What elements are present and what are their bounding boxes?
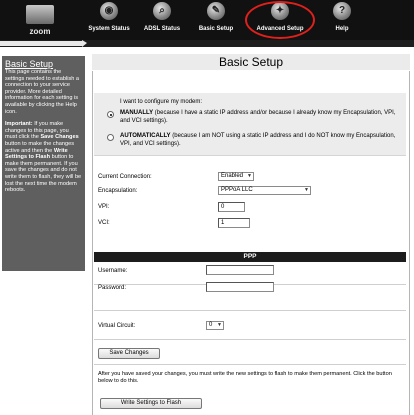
main-panel: Basic Setup I want to configure my modem… <box>92 50 410 415</box>
vpi-input[interactable]: 0 <box>218 202 245 212</box>
manual-text: (because I have a static IP address and/… <box>120 110 396 124</box>
password-label: Password: <box>98 285 127 291</box>
save-changes-button[interactable]: Save Changes <box>98 348 160 359</box>
manual-label: MANUALLY <box>120 110 154 116</box>
nav-label: System Status <box>88 26 130 32</box>
current-connection-select[interactable]: Enabled ▼ <box>218 172 254 181</box>
save-changes-ref: Save Changes <box>40 134 79 141</box>
current-connection-value: Enabled <box>221 173 244 179</box>
important-label: Important: <box>5 121 33 128</box>
manual-option: MANUALLY (because I have a static IP add… <box>120 110 400 125</box>
write-settings-to-flash-button[interactable]: Write Settings to Flash <box>100 398 202 409</box>
active-section-arrow <box>0 40 87 47</box>
chevron-down-icon: ▼ <box>304 187 309 193</box>
nav-label: ADSL Status <box>143 26 181 32</box>
encapsulation-value: PPPoA LLC <box>221 187 253 193</box>
logo-text: zoom <box>29 27 51 36</box>
password-input[interactable] <box>206 282 274 292</box>
nav-adsl-status[interactable]: ⌕ ADSL Status <box>138 2 186 38</box>
important-text-3: button to make them permanent. If you sa… <box>5 154 82 194</box>
nav-system-status[interactable]: ◉ System Status <box>84 2 134 38</box>
encapsulation-label: Encapsulation: <box>98 188 138 194</box>
divider <box>94 310 406 311</box>
basic-setup-icon: ✎ <box>207 2 225 20</box>
page-title: Basic Setup <box>92 54 410 70</box>
top-nav-bar: zoom ◉ System Status ⌕ ADSL Status ✎ Bas… <box>0 0 414 40</box>
auto-option: AUTOMATICALLY (because I am NOT using a … <box>120 133 400 148</box>
manual-radio[interactable] <box>107 111 114 118</box>
vci-label: VCI: <box>98 220 110 226</box>
virtual-circuit-select[interactable]: 0 ▼ <box>206 321 224 330</box>
configure-prompt: I want to configure my modem: <box>120 99 203 105</box>
logo-icon <box>26 5 54 24</box>
username-label: Username: <box>98 268 128 274</box>
virtual-circuit-value: 0 <box>209 322 213 328</box>
configure-mode-box: I want to configure my modem: MANUALLY (… <box>94 92 406 156</box>
sidebar-important: Important: If you make changes to this p… <box>5 121 82 194</box>
ppp-section-header: PPP <box>94 252 406 262</box>
system-status-icon: ◉ <box>100 2 118 20</box>
auto-label: AUTOMATICALLY <box>120 133 171 139</box>
highlight-circle <box>245 1 315 39</box>
sidebar-intro: This page contains the settings needed t… <box>5 69 80 115</box>
nav-basic-setup[interactable]: ✎ Basic Setup <box>193 2 239 38</box>
divider <box>94 339 406 340</box>
divider <box>94 364 406 365</box>
chevron-down-icon: ▼ <box>217 322 222 328</box>
username-input[interactable] <box>206 265 274 275</box>
help-sidebar: Basic Setup This page contains the setti… <box>2 56 85 271</box>
nav-label: Basic Setup <box>198 26 234 32</box>
virtual-circuit-label: Virtual Circuit: <box>98 323 136 329</box>
flash-note: After you have saved your changes, you m… <box>98 371 392 384</box>
nav-label: Help <box>335 26 349 32</box>
nav-help[interactable]: ? Help <box>322 2 362 38</box>
zoom-logo[interactable]: zoom <box>8 3 72 37</box>
sidebar-title: Basic Setup <box>5 59 54 69</box>
vpi-label: VPI: <box>98 204 110 210</box>
chevron-down-icon: ▼ <box>247 173 252 179</box>
help-icon: ? <box>333 2 351 20</box>
adsl-status-icon: ⌕ <box>153 2 171 20</box>
current-connection-label: Current Connection: <box>98 174 152 180</box>
encapsulation-select[interactable]: PPPoA LLC ▼ <box>218 186 311 195</box>
vci-input[interactable]: 1 <box>218 218 250 228</box>
auto-radio[interactable] <box>107 134 114 141</box>
